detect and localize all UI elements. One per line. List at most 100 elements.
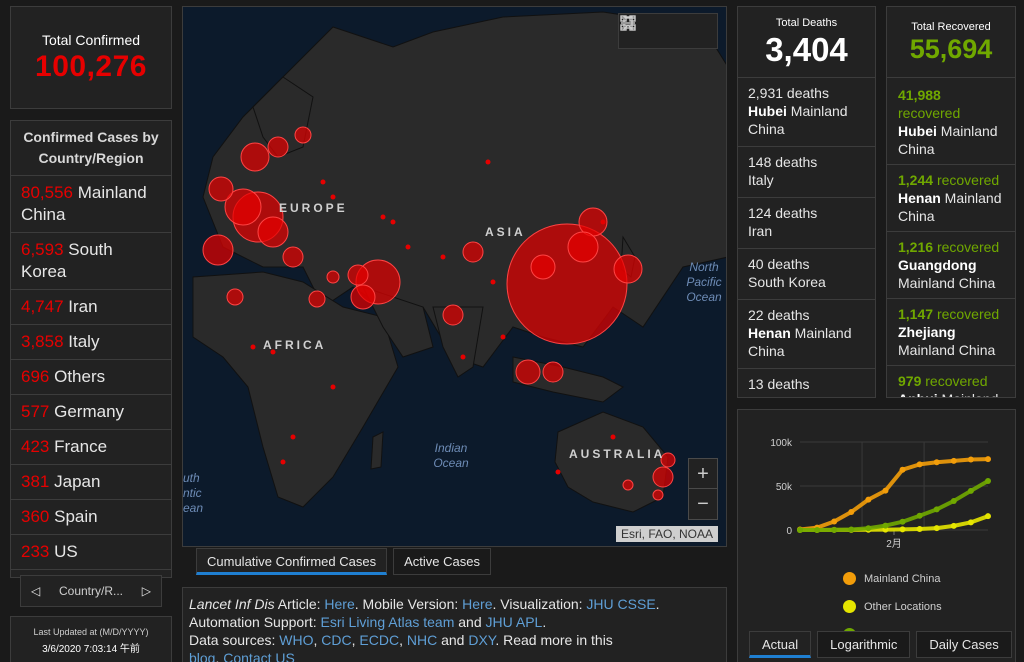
total-recovered-value: 55,694 bbox=[909, 34, 993, 64]
death-region: South Korea bbox=[748, 274, 826, 290]
recovered-count-line: 41,988 recovered bbox=[898, 86, 1004, 122]
country-list-item[interactable]: 423 France bbox=[11, 429, 171, 464]
country-list-item[interactable]: 360 Spain bbox=[11, 499, 171, 534]
country-list-item[interactable]: 233 US bbox=[11, 534, 171, 569]
recovered-word: recovered bbox=[936, 239, 1000, 255]
total-confirmed-label: Total Confirmed bbox=[41, 32, 141, 48]
series-point-2 bbox=[882, 522, 889, 529]
country-list-item[interactable]: 381 Japan bbox=[11, 464, 171, 499]
death-list-item[interactable]: 2,931 deaths Hubei Mainland China bbox=[738, 78, 875, 146]
recovered-list-item[interactable]: 1,147 recovered Zhejiang Mainland China bbox=[887, 298, 1015, 365]
series-point-0 bbox=[916, 461, 923, 468]
country-list-item[interactable]: 3,858 Italy bbox=[11, 324, 171, 359]
tab-active-cases[interactable]: Active Cases bbox=[393, 548, 491, 575]
info-line-2: Automation Support: Esri Living Atlas te… bbox=[189, 613, 720, 631]
country-count: 4,747 bbox=[21, 297, 64, 316]
recovered-list-item[interactable]: 1,244 recovered Henan Mainland China bbox=[887, 164, 1015, 231]
legend-dot-icon bbox=[843, 600, 856, 613]
info-text: Article: bbox=[274, 596, 325, 612]
tab-actual[interactable]: Actual bbox=[749, 631, 812, 658]
total-deaths-panel: Total Deaths 3,404 bbox=[737, 6, 876, 78]
death-count: 124 deaths bbox=[748, 205, 818, 221]
series-point-2 bbox=[916, 512, 923, 519]
last-updated-label: Last Updated at (M/D/YYYY) bbox=[33, 627, 149, 637]
article-link[interactable]: Here bbox=[324, 596, 354, 612]
qr-code-icon[interactable] bbox=[619, 14, 637, 32]
death-location: Italy bbox=[748, 171, 865, 189]
recovered-list: 41,988 recovered Hubei Mainland China 1,24… bbox=[886, 78, 1016, 398]
death-count: 148 deaths bbox=[748, 154, 818, 170]
recovered-place: Anhui bbox=[898, 391, 938, 397]
legend-other-locations: Other Locations bbox=[843, 600, 942, 613]
series-point-1 bbox=[967, 519, 974, 526]
dxy-link[interactable]: DXY bbox=[468, 632, 495, 648]
chevron-right-icon[interactable]: ▷ bbox=[142, 584, 151, 598]
tab-logarithmic[interactable]: Logarithmic bbox=[817, 631, 911, 658]
esri-team-link[interactable]: Esri Living Atlas team bbox=[321, 614, 455, 630]
country-list-item[interactable]: 4,747 Iran bbox=[11, 289, 171, 324]
legend-mainland-china: Mainland China bbox=[843, 572, 940, 585]
death-list-item[interactable]: 40 deaths South Korea bbox=[738, 248, 875, 299]
recovered-list-item[interactable]: 979 recoveredAnhui Mainland China bbox=[887, 365, 1015, 397]
blog-link[interactable]: blog bbox=[189, 650, 215, 662]
series-point-2 bbox=[985, 477, 991, 484]
country-name: Iran bbox=[68, 297, 98, 316]
jhu-apl-link[interactable]: JHU APL bbox=[486, 614, 543, 630]
country-list-item[interactable]: 577 Germany bbox=[11, 394, 171, 429]
country-list-item[interactable]: 6,593 South Korea bbox=[11, 232, 171, 289]
death-count: 2,931 deaths bbox=[748, 85, 829, 101]
country-name: Germany bbox=[54, 402, 125, 421]
map-label-asia: ASIA bbox=[485, 225, 526, 239]
series-point-1 bbox=[933, 525, 940, 532]
who-link[interactable]: WHO bbox=[279, 632, 313, 648]
death-list-item[interactable]: 148 deaths Italy bbox=[738, 146, 875, 197]
jhu-csse-link[interactable]: JHU CSSE bbox=[586, 596, 655, 612]
ocean-label-indian: Indian Ocean bbox=[433, 441, 469, 470]
total-recovered-panel: Total Recovered 55,694 bbox=[886, 6, 1016, 78]
country-list-header: Confirmed Cases by Country/Region bbox=[23, 129, 159, 166]
country-count: 360 bbox=[21, 507, 50, 526]
zoom-out-button[interactable]: − bbox=[689, 489, 717, 519]
recovered-place: Zhejiang bbox=[898, 324, 956, 340]
cases-chart: 0 50k 100k 2月 bbox=[770, 438, 991, 550]
country-list-item[interactable]: 80,556 Mainland China bbox=[11, 175, 171, 232]
zoom-control: + − bbox=[688, 458, 718, 520]
recovered-list-item[interactable]: 41,988 recovered Hubei Mainland China bbox=[887, 78, 1015, 164]
death-list-item[interactable]: 22 deaths Henan Mainland China bbox=[738, 299, 875, 368]
series-point-1 bbox=[916, 525, 923, 532]
cdc-link[interactable]: CDC bbox=[321, 632, 351, 648]
series-point-2 bbox=[950, 497, 957, 504]
death-list-item[interactable]: 124 deaths Iran bbox=[738, 197, 875, 248]
country-list-item[interactable]: 696 Others bbox=[11, 359, 171, 394]
series-point-2 bbox=[797, 526, 803, 533]
recovered-word: recovered bbox=[936, 306, 1000, 322]
tab-cumulative-confirmed[interactable]: Cumulative Confirmed Cases bbox=[196, 548, 388, 575]
mobile-version-link[interactable]: Here bbox=[462, 596, 492, 612]
tab-daily-cases[interactable]: Daily Cases bbox=[916, 631, 1012, 658]
death-place: Hubei bbox=[748, 103, 787, 119]
ocean-label-atlantic: uth ntic ean bbox=[183, 471, 204, 515]
chevron-left-icon[interactable]: ◁ bbox=[31, 584, 40, 598]
recovered-list-item[interactable]: 1,216 recovered Guangdong Mainland China bbox=[887, 231, 1015, 298]
ecdc-link[interactable]: ECDC bbox=[359, 632, 399, 648]
series-point-1 bbox=[899, 526, 906, 533]
series-point-1 bbox=[985, 513, 991, 520]
nhc-link[interactable]: NHC bbox=[407, 632, 437, 648]
series-point-2 bbox=[848, 526, 855, 533]
info-line-3: Data sources: WHO, CDC, ECDC, NHC and DX… bbox=[189, 632, 613, 648]
death-list-item[interactable]: 13 deathsHeilongjiang Mainland China bbox=[738, 368, 875, 397]
series-point-0 bbox=[899, 466, 906, 473]
last-updated-value: 3/6/2020 7:03:14 午前 bbox=[42, 644, 140, 655]
series-point-0 bbox=[848, 509, 855, 516]
death-location: Hubei Mainland China bbox=[748, 102, 865, 138]
zoom-in-button[interactable]: + bbox=[689, 459, 717, 489]
contact-link[interactable]: Contact US bbox=[223, 650, 295, 662]
death-location: South Korea bbox=[748, 273, 865, 291]
world-map[interactable]: EUROPE ASIA AFRICA AUSTRALIA North Pacif… bbox=[182, 6, 727, 547]
info-text: . bbox=[655, 596, 660, 612]
country-pager-label: Country/R... bbox=[58, 584, 124, 598]
series-point-2 bbox=[899, 518, 906, 525]
country-name: Japan bbox=[54, 472, 101, 491]
map-label-europe: EUROPE bbox=[279, 201, 348, 215]
info-text: and bbox=[454, 614, 486, 630]
